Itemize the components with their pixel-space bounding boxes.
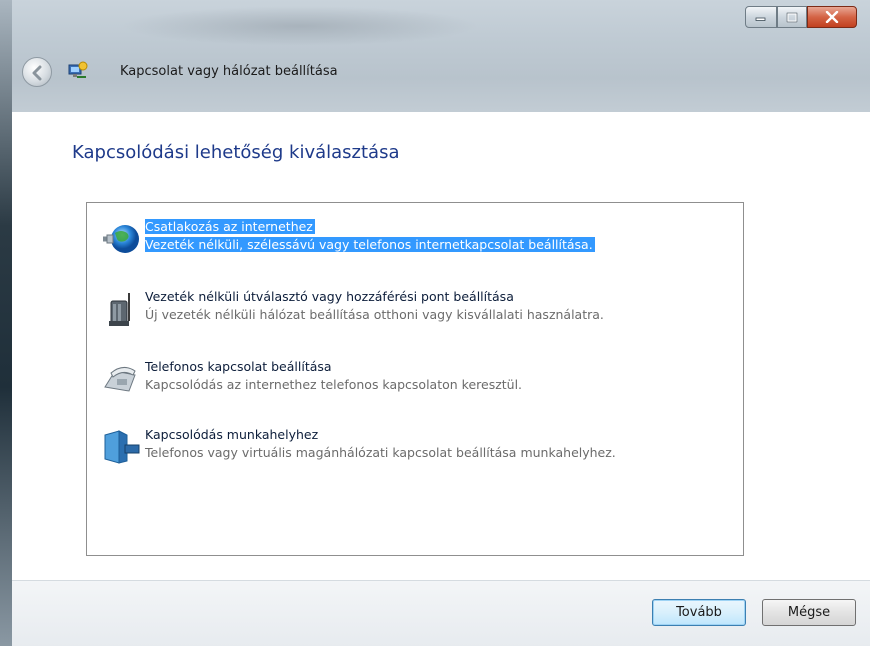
maximize-icon [786, 12, 798, 22]
dialog-window: Kapcsolat vagy hálózat beállítása Kapcso… [0, 0, 870, 646]
network-setup-icon [66, 60, 88, 82]
next-button[interactable]: Tovább [652, 599, 746, 626]
option-workplace[interactable]: Kapcsolódás munkahelyhez Telefonos vagy … [101, 427, 721, 467]
connection-options-list: Csatlakozás az internethez Vezeték nélkü… [86, 202, 744, 556]
option-description: Vezeték nélküli, szélessávú vagy telefon… [145, 237, 595, 252]
minimize-icon [755, 17, 766, 21]
wireless-router-icon [101, 291, 141, 327]
window-title: Kapcsolat vagy hálózat beállítása [120, 64, 338, 79]
option-title: Vezeték nélküli útválasztó vagy hozzáfér… [145, 289, 514, 304]
workplace-building-icon [101, 429, 141, 465]
option-connect-internet[interactable]: Csatlakozás az internethez Vezeték nélkü… [101, 219, 721, 259]
option-title: Kapcsolódás munkahelyhez [145, 427, 319, 442]
back-button[interactable] [22, 57, 52, 87]
window-left-edge [0, 0, 12, 646]
title-bar [0, 0, 870, 112]
option-description: Telefonos vagy virtuális magánhálózati k… [145, 445, 616, 460]
option-description: Új vezeték nélküli hálózat beállítása ot… [145, 307, 604, 322]
option-title: Csatlakozás az internethez [145, 219, 315, 234]
dialup-phone-icon [101, 361, 141, 397]
close-button[interactable] [807, 6, 857, 28]
button-bar: Tovább Mégse [12, 580, 870, 646]
page-heading: Kapcsolódási lehetőség kiválasztása [72, 142, 400, 163]
back-arrow-icon [32, 65, 42, 81]
caption-buttons [745, 6, 857, 30]
option-wireless-router[interactable]: Vezeték nélküli útválasztó vagy hozzáfér… [101, 289, 721, 329]
content-area: Kapcsolódási lehetőség kiválasztása Csat… [12, 112, 870, 580]
option-description: Kapcsolódás az internethez telefonos kap… [145, 377, 523, 392]
minimize-button[interactable] [745, 6, 777, 28]
maximize-button[interactable] [777, 6, 807, 28]
globe-connect-icon [101, 221, 141, 257]
cancel-button[interactable]: Mégse [762, 599, 856, 626]
option-title: Telefonos kapcsolat beállítása [145, 359, 332, 374]
option-dialup[interactable]: Telefonos kapcsolat beállítása Kapcsolód… [101, 359, 721, 399]
close-icon [825, 11, 839, 23]
